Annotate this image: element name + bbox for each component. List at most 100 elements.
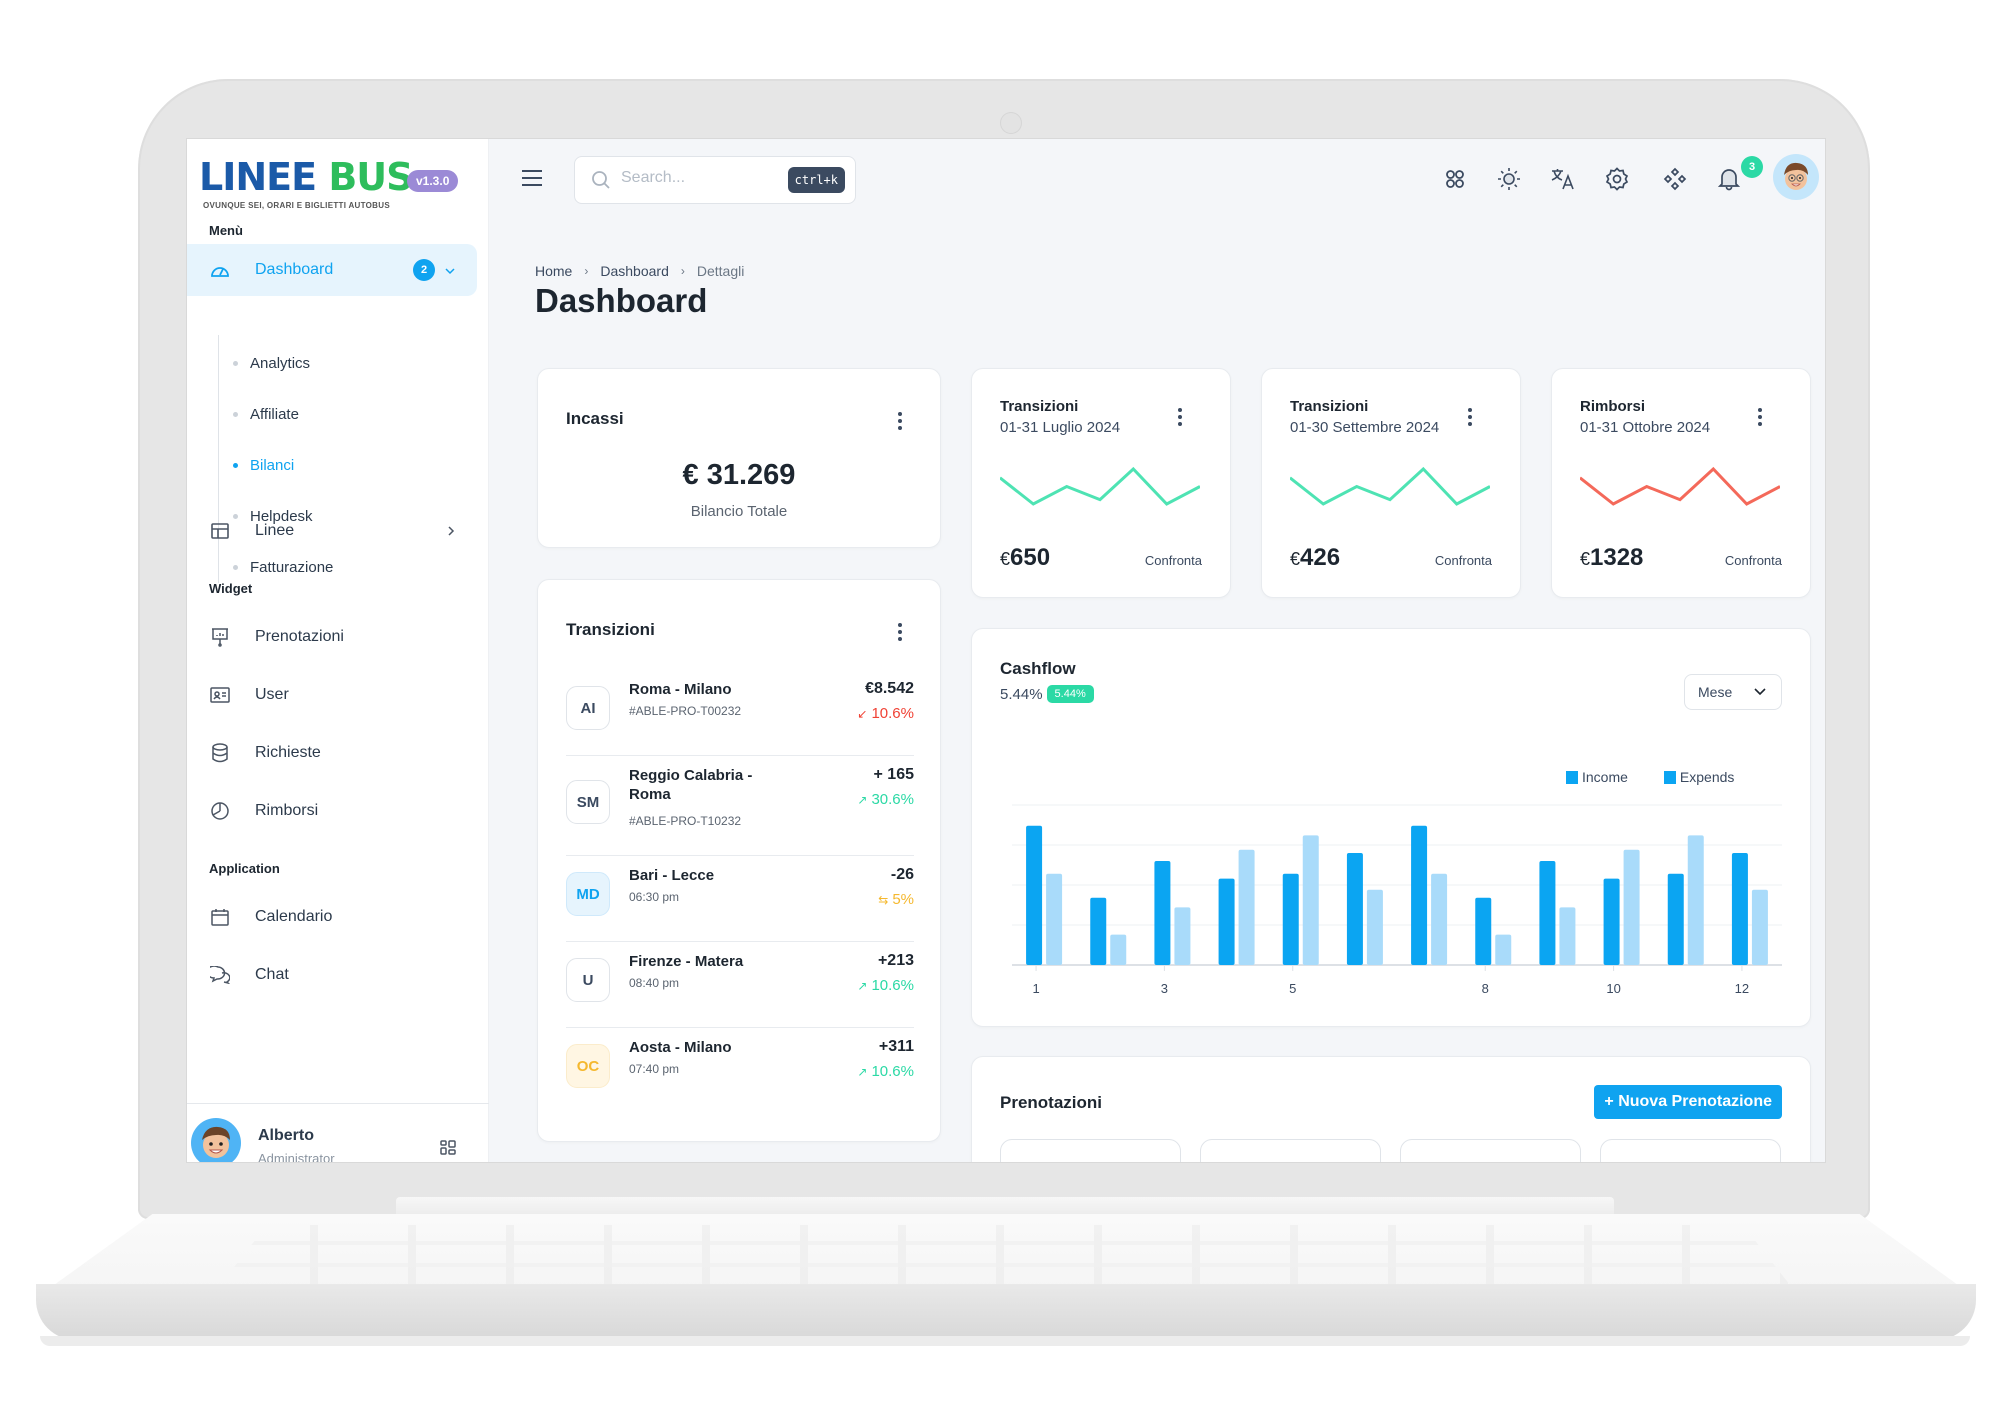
trend-up-icon: ↗ xyxy=(857,793,868,807)
transaction-row[interactable]: OC Aosta - Milano 07:40 pm +311 ↗ 10.6% xyxy=(566,1028,914,1114)
sidebar-item-prenotazioni[interactable]: Prenotazioni xyxy=(187,611,477,663)
search-box[interactable]: ctrl+k xyxy=(574,156,856,204)
transaction-row[interactable]: AI Roma - Milano #ABLE-PRO-T00232 €8.542 ↙ 10… xyxy=(566,670,914,756)
compare-link[interactable]: Confronta xyxy=(1145,553,1202,568)
card-title: Transizioni xyxy=(566,620,655,639)
more-options-icon[interactable] xyxy=(1460,405,1480,429)
search-icon xyxy=(591,170,611,195)
apps-icon[interactable] xyxy=(1439,163,1471,195)
bar-income-3[interactable] xyxy=(1154,861,1171,965)
stat-card-amount: 1328 xyxy=(1590,544,1644,571)
bar-income-2[interactable] xyxy=(1090,897,1107,965)
settings-icon[interactable] xyxy=(1601,163,1633,195)
bar-income-6[interactable] xyxy=(1346,853,1363,965)
sidebar-item-label: Dashboard xyxy=(255,261,334,278)
sidebar-item-richieste[interactable]: Richieste xyxy=(187,727,477,779)
sidebar-subitem-label: Analytics xyxy=(250,354,311,372)
bar-expends-3[interactable] xyxy=(1174,907,1191,965)
booking-tile[interactable] xyxy=(1000,1139,1181,1162)
more-options-icon[interactable] xyxy=(1750,405,1770,429)
sidebar-subitem-analytics[interactable]: Analytics xyxy=(233,348,310,378)
sidebar-item-calendario[interactable]: Calendario xyxy=(187,891,477,943)
components-icon[interactable] xyxy=(1659,163,1691,195)
transaction-row[interactable]: SM Reggio Calabria - Roma #ABLE-PRO-T10232… xyxy=(566,756,914,856)
breadcrumb-home[interactable]: Home xyxy=(535,263,572,279)
bar-expends-9[interactable] xyxy=(1559,907,1576,965)
more-options-icon[interactable] xyxy=(890,409,910,433)
sidebar-item-chat[interactable]: Chat xyxy=(187,949,477,1001)
bar-expends-11[interactable] xyxy=(1687,835,1704,965)
breadcrumb-dashboard[interactable]: Dashboard xyxy=(600,263,669,279)
version-badge: v1.3.0 xyxy=(407,170,459,192)
header-avatar[interactable] xyxy=(1773,154,1819,200)
bar-income-12[interactable] xyxy=(1731,853,1748,965)
bar-expends-6[interactable] xyxy=(1366,889,1383,965)
legend-item-expends[interactable]: Expends xyxy=(1663,769,1734,785)
bar-expends-7[interactable] xyxy=(1431,873,1448,965)
bar-expends-12[interactable] xyxy=(1751,889,1768,965)
user-role: Administrator xyxy=(258,1151,335,1163)
legend-item-income[interactable]: Income xyxy=(1566,769,1628,785)
sidebar-item-rimborsi[interactable]: Rimborsi xyxy=(187,785,477,837)
bar-expends-10[interactable] xyxy=(1623,849,1640,965)
user-menu-icon[interactable] xyxy=(440,1140,456,1161)
bullet-icon xyxy=(233,462,238,468)
period-select[interactable]: Mese xyxy=(1684,674,1782,710)
bar-expends-5[interactable] xyxy=(1302,835,1319,965)
logo-wordmark: LINEE BUS xyxy=(199,155,414,199)
stat-card-period: 01-31 Luglio 2024 xyxy=(1000,419,1121,436)
bar-income-11[interactable] xyxy=(1667,873,1684,965)
transaction-avatar: OC xyxy=(566,1044,610,1088)
bullet-icon xyxy=(233,411,238,417)
bar-income-1[interactable] xyxy=(1026,825,1043,965)
sidebar-item-dashboard[interactable]: Dashboard 2 xyxy=(187,244,477,296)
bar-income-5[interactable] xyxy=(1282,873,1299,965)
more-options-icon[interactable] xyxy=(890,620,910,644)
booking-tile[interactable] xyxy=(1400,1139,1581,1162)
sun-icon[interactable] xyxy=(1493,163,1525,195)
chart-legend: Income Expends xyxy=(1566,769,1734,785)
booking-tile[interactable] xyxy=(1200,1139,1381,1162)
bar-expends-2[interactable] xyxy=(1110,934,1127,965)
bar-expends-8[interactable] xyxy=(1495,934,1512,965)
transaction-delta: ↗ 30.6% xyxy=(857,791,914,808)
sidebar-subitem-bilanci[interactable]: Bilanci xyxy=(233,450,294,480)
bar-income-4[interactable] xyxy=(1218,878,1235,965)
more-options-icon[interactable] xyxy=(1170,405,1190,429)
stat-card-title: Rimborsi xyxy=(1580,398,1646,415)
translate-icon[interactable] xyxy=(1547,163,1579,195)
total-balance-label: Bilancio Totale xyxy=(690,503,788,520)
compare-link[interactable]: Confronta xyxy=(1435,553,1492,568)
sidebar-subitem-affiliate[interactable]: Affiliate xyxy=(233,399,299,429)
sidebar-item-label: Rimborsi xyxy=(255,802,319,819)
compare-link[interactable]: Confronta xyxy=(1725,553,1782,568)
bar-income-9[interactable] xyxy=(1539,861,1556,965)
bar-expends-4[interactable] xyxy=(1238,849,1255,965)
menu-toggle-button[interactable] xyxy=(521,169,543,191)
transaction-avatar: U xyxy=(566,958,610,1002)
sidebar-item-user[interactable]: User xyxy=(187,669,477,721)
user-profile[interactable]: Alberto Administrator xyxy=(187,1103,489,1163)
transaction-route: Roma - Milano xyxy=(629,681,732,698)
user-name: Alberto xyxy=(258,1127,314,1144)
bar-income-10[interactable] xyxy=(1603,878,1620,965)
transaction-row[interactable]: U Firenze - Matera 08:40 pm +213 ↗ 10.6% xyxy=(566,942,914,1028)
transaction-avatar: SM xyxy=(566,780,610,824)
cashflow-percent-value: 5.44% xyxy=(1000,685,1043,703)
new-booking-button[interactable]: + Nuova Prenotazione xyxy=(1594,1085,1782,1119)
bar-income-8[interactable] xyxy=(1475,897,1492,965)
x-tick-label: 12 xyxy=(1735,981,1749,996)
dashboard-count-badge: 2 xyxy=(413,259,435,281)
legend-swatch-income xyxy=(1566,771,1578,784)
bar-expends-1[interactable] xyxy=(1046,873,1063,965)
search-input[interactable] xyxy=(621,169,771,187)
laptop-camera xyxy=(1000,112,1022,134)
total-balance-value: € 31.269 xyxy=(682,459,796,491)
logo[interactable]: LINEE BUS OVUNQUE SEI, ORARI E BIGLIETTI… xyxy=(199,155,429,215)
booking-tile[interactable] xyxy=(1600,1139,1781,1162)
transaction-sub: #ABLE-PRO-T10232 xyxy=(629,814,742,828)
transaction-row[interactable]: MD Bari - Lecce 06:30 pm -26 ⇆ 5% xyxy=(566,856,914,942)
sidebar-item-linee[interactable]: Linee xyxy=(187,505,477,557)
bar-income-7[interactable] xyxy=(1411,825,1428,965)
chevron-down-icon xyxy=(445,262,455,278)
